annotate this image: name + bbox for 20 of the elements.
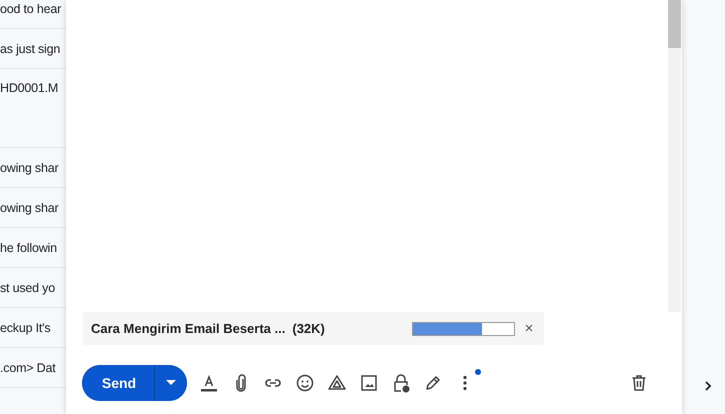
drive-icon[interactable] [327, 373, 347, 393]
text-format-icon[interactable] [199, 373, 219, 393]
chevron-right-icon[interactable] [703, 380, 713, 392]
send-options-button[interactable] [154, 365, 187, 401]
caret-icon [166, 380, 176, 386]
email-snippet: HD0001.M [0, 81, 58, 95]
emoji-icon[interactable] [295, 373, 315, 393]
scrollbar-thumb[interactable] [668, 0, 681, 48]
email-snippet: .com> Dat [0, 360, 56, 374]
email-snippet: as just sign [0, 42, 60, 56]
email-snippet: st used yo [0, 280, 55, 294]
image-icon[interactable] [359, 373, 379, 393]
remove-attachment-button[interactable]: × [522, 320, 536, 337]
attachment-size: (32K) [292, 321, 325, 336]
email-snippet: owing shar [0, 200, 58, 214]
email-snippet: eckup It's [0, 320, 50, 334]
email-snippet: ood to hear [0, 2, 62, 16]
email-snippet: owing shar [0, 160, 58, 174]
attachment-name: Cara Mengirim Email Beserta ... [91, 321, 286, 336]
email-snippet: he followin [0, 240, 57, 254]
